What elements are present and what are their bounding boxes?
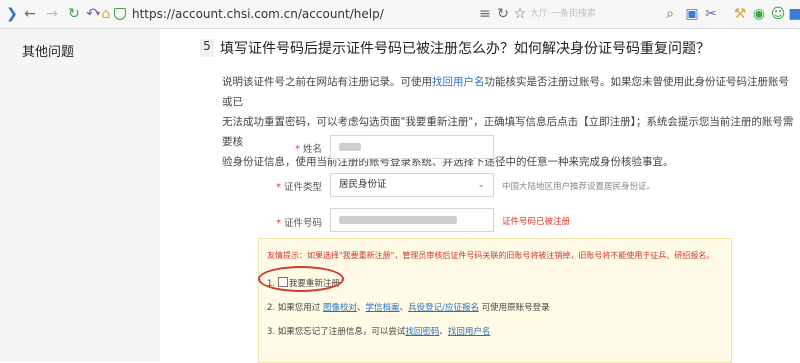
required-mark: * bbox=[295, 144, 300, 155]
required-mark: * bbox=[276, 182, 281, 193]
description-line-3: 验身份证信息，使用当前注册的账号登录系统、并选择下途径中的任意一种来完成身份核验… bbox=[222, 156, 674, 168]
sidebar: 其他问题 bbox=[0, 29, 160, 362]
id-type-label: * 证件类型 bbox=[242, 179, 322, 193]
id-type-value: 居民身份证 bbox=[339, 179, 387, 190]
item-text: 可使用原账号登录 bbox=[478, 303, 550, 313]
shield-icon bbox=[114, 8, 126, 20]
required-mark: * bbox=[276, 218, 281, 229]
name-label: * 姓名 bbox=[242, 141, 322, 155]
id-number-error: 证件号码已被注册 bbox=[502, 217, 571, 227]
xuexin-archive-link[interactable]: 学信档案 bbox=[366, 303, 400, 313]
annotation-ellipse bbox=[258, 266, 344, 292]
notice-box: 友情提示：如果选择"我要重新注册"，管理员审核后证件号码关联的旧账号将被注销掉，… bbox=[258, 238, 732, 363]
game-icon[interactable]: ◉ bbox=[751, 6, 767, 22]
puzzle-icon[interactable]: ■ bbox=[787, 6, 800, 22]
separator: 、 bbox=[399, 303, 409, 313]
image-check-link[interactable]: 图像校对 bbox=[323, 303, 357, 313]
url-text: https://account.chsi.com.cn/account/help… bbox=[132, 7, 384, 21]
item-text: 3. 如果您忘记了注册信息，可以尝试 bbox=[267, 327, 406, 337]
star-icon[interactable]: ☆ bbox=[512, 6, 528, 22]
notice-warning: 友情提示：如果选择"我要重新注册"，管理员审核后证件号码关联的旧账号将被注销掉，… bbox=[267, 251, 715, 260]
recover-password-link[interactable]: 找回密码 bbox=[405, 327, 439, 337]
id-number-label: * 证件号码 bbox=[242, 215, 322, 229]
search-icon[interactable]: ⌕ bbox=[662, 6, 678, 22]
description-line-1: 说明该证件号之前在网站有注册记录。可使用找回用户名功能核实是否注册过账号。如果您… bbox=[222, 72, 794, 112]
tool-icon[interactable]: ⚒ bbox=[732, 6, 748, 22]
question-description: 说明该证件号之前在网站有注册记录。可使用找回用户名功能核实是否注册过账号。如果您… bbox=[222, 72, 794, 172]
address-bar[interactable]: https://account.chsi.com.cn/account/help… bbox=[114, 4, 474, 24]
notice-item-2: 2. 如果您用过 图像校对、学信档案、兵役登记/应征报名 可使用原账号登录 bbox=[267, 301, 550, 313]
forward-icon[interactable]: → bbox=[44, 6, 60, 22]
refresh-icon[interactable]: ↻ bbox=[495, 6, 511, 22]
cut-icon[interactable]: ✂ bbox=[703, 6, 719, 22]
id-type-label-text: 证件类型 bbox=[283, 182, 322, 193]
notice-item-3: 3. 如果您忘记了注册信息，可以尝试找回密码、找回用户名 bbox=[267, 325, 490, 337]
redacted-value bbox=[339, 215, 457, 224]
id-number-input[interactable] bbox=[330, 208, 494, 232]
window-icon[interactable]: ▣ bbox=[684, 6, 700, 22]
recover-username-link[interactable]: 找回用户名 bbox=[448, 327, 491, 337]
id-type-select[interactable]: 居民身份证 ⌄ bbox=[330, 173, 494, 197]
id-number-label-text: 证件号码 bbox=[283, 218, 322, 229]
separator: 、 bbox=[357, 303, 366, 313]
id-type-hint: 中国大陆地区用户推荐设置居民身份证。 bbox=[502, 182, 656, 192]
military-registration-link[interactable]: 兵役登记/应征报名 bbox=[408, 303, 479, 313]
sidebar-item-other-questions[interactable]: 其他问题 bbox=[22, 41, 74, 60]
browser-toolbar: ❯ ← → ↻ ↶ ▾ ⌂ https://account.chsi.com.c… bbox=[0, 0, 800, 29]
back-icon[interactable]: ← bbox=[22, 6, 38, 22]
name-label-text: 姓名 bbox=[302, 144, 322, 155]
item-text: 2. 如果您用过 bbox=[267, 303, 321, 313]
reload-icon[interactable]: ↻ bbox=[66, 6, 82, 22]
find-username-link[interactable]: 找回用户名 bbox=[432, 76, 485, 88]
question-title: 填写证件号码后提示证件号码已被注册怎么办？如何解决身份证号码重复问题？ bbox=[220, 41, 710, 57]
separator: 、 bbox=[439, 327, 448, 337]
home-icon[interactable]: ⌂ bbox=[98, 6, 114, 22]
chevron-down-icon: ⌄ bbox=[477, 180, 485, 190]
desc-text: 说明该证件号之前在网站有注册记录。可使用 bbox=[222, 76, 432, 88]
reader-icon[interactable]: ≡ bbox=[477, 6, 493, 22]
face-icon[interactable]: ☺ bbox=[770, 6, 786, 22]
search-input[interactable]: 大厅·一条街搜索 bbox=[530, 5, 660, 23]
question-number: 5 bbox=[200, 39, 214, 57]
logo-icon[interactable]: ❯ bbox=[4, 6, 20, 22]
main-content: 5 填写证件号码后提示证件号码已被注册怎么办？如何解决身份证号码重复问题？ 说明… bbox=[170, 29, 800, 363]
redacted-value bbox=[339, 142, 361, 151]
name-input[interactable] bbox=[330, 135, 494, 159]
